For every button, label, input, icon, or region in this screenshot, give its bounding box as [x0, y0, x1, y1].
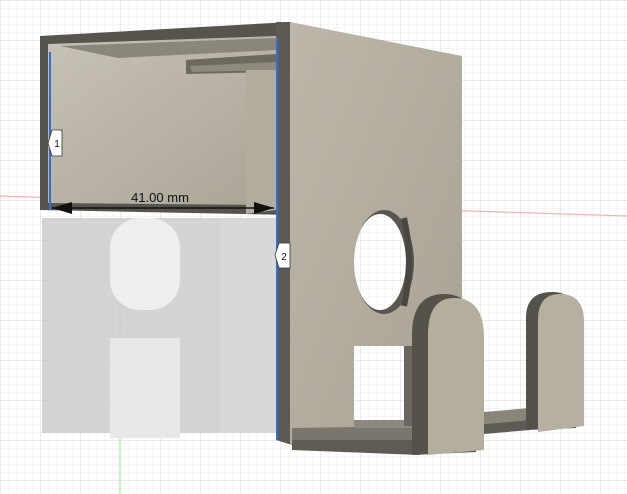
rear-tab[interactable] — [526, 292, 584, 432]
tab-bridge — [484, 408, 530, 434]
cad-viewport[interactable]: 41.00 mm 1 2 — [0, 0, 627, 494]
ground-shadow — [42, 218, 280, 438]
front-tab[interactable] — [412, 294, 484, 455]
edge-tag-1-label: 1 — [54, 139, 60, 150]
edge-tag-2-label: 2 — [281, 252, 287, 263]
rect-cutout[interactable] — [354, 346, 420, 428]
model-canvas[interactable]: 41.00 mm 1 2 — [0, 0, 627, 494]
dimension-label[interactable]: 41.00 mm — [131, 190, 189, 205]
oval-cutout[interactable] — [354, 210, 414, 314]
left-frame[interactable] — [40, 22, 290, 215]
